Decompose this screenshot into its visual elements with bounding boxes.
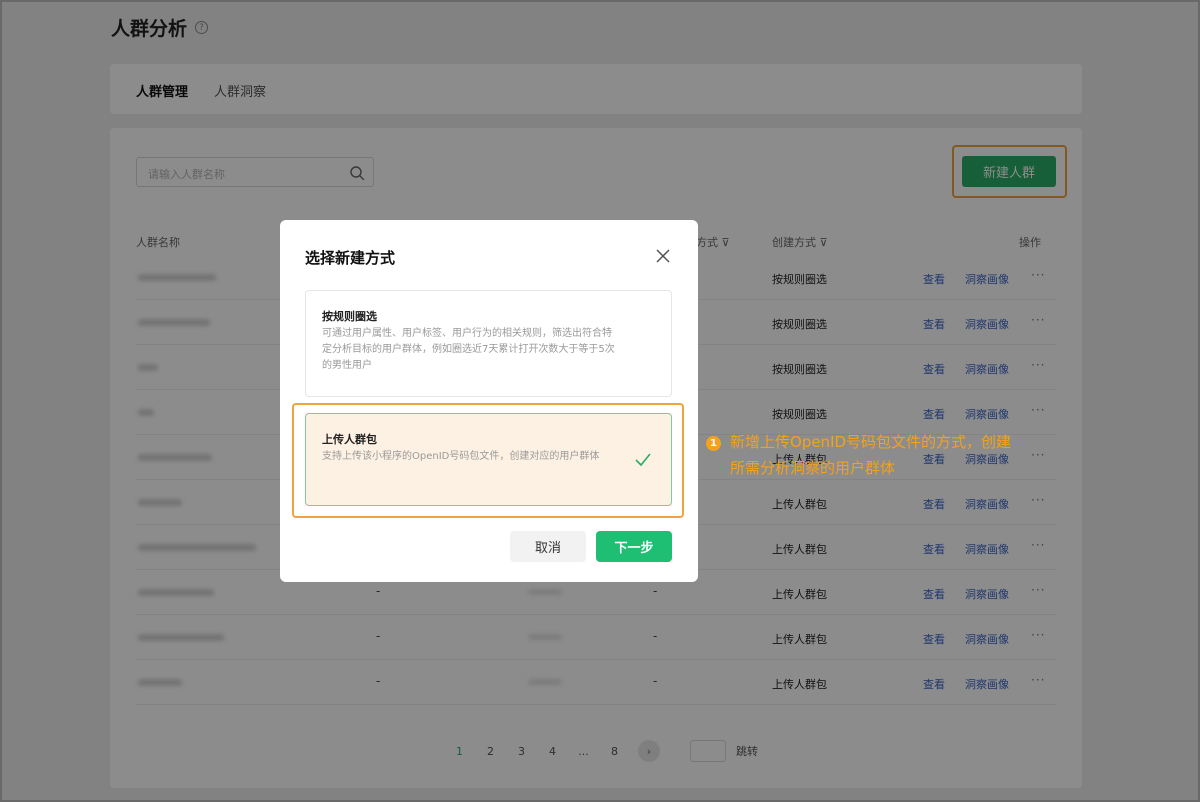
option-description: 可通过用户属性、用户标签、用户行为的相关规则，筛选出符合特定分析目标的用户群体，… xyxy=(322,328,615,371)
close-icon[interactable] xyxy=(655,248,671,264)
dialog-title: 选择新建方式 xyxy=(305,249,396,267)
check-icon xyxy=(635,453,651,467)
next-step-button[interactable]: 下一步 xyxy=(596,531,672,562)
option-title: 上传人群包 xyxy=(322,433,377,446)
annotation-badge: 1 xyxy=(706,436,721,451)
cancel-button[interactable]: 取消 xyxy=(510,531,586,562)
option-description: 支持上传该小程序的OpenID号码包文件，创建对应的用户群体 xyxy=(322,451,600,462)
option-title: 按规则圈选 xyxy=(322,310,377,323)
annotation-line-1: 新增上传OpenID号码包文件的方式，创建 xyxy=(730,433,1012,451)
create-method-dialog: 选择新建方式 按规则圈选 可通过用户属性、用户标签、用户行为的相关规则，筛选出符… xyxy=(280,220,698,582)
annotation-line-2: 所需分析洞察的用户群体 xyxy=(730,459,896,477)
option-upload-package[interactable]: 上传人群包 支持上传该小程序的OpenID号码包文件，创建对应的用户群体 xyxy=(305,413,672,506)
option-rule-based[interactable]: 按规则圈选 可通过用户属性、用户标签、用户行为的相关规则，筛选出符合特定分析目标… xyxy=(305,290,672,397)
